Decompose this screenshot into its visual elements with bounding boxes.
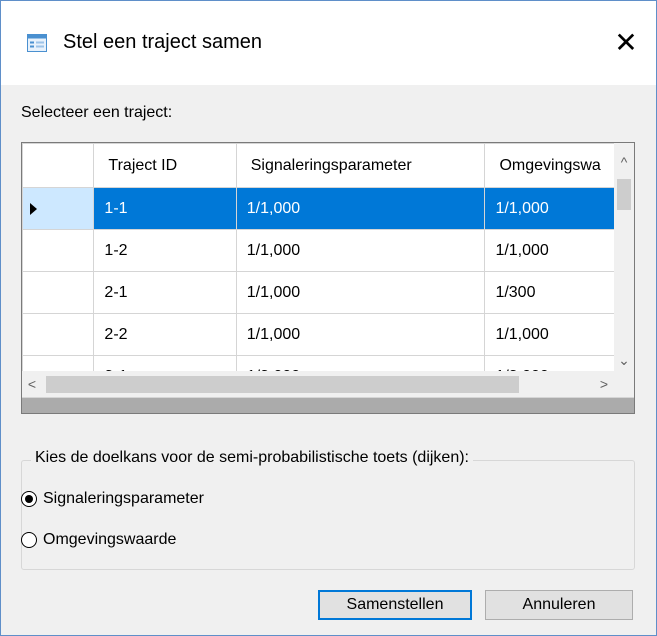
form-app-icon <box>27 34 47 57</box>
row-header[interactable] <box>22 313 95 356</box>
annuleren-button[interactable]: Annuleren <box>485 590 633 620</box>
cell-omgevingswaarde[interactable]: 1/1,000 <box>484 229 634 272</box>
cell-omgevingswaarde[interactable]: 1/300 <box>484 271 634 314</box>
vertical-scrollbar[interactable]: ^ ⌄ <box>614 143 634 371</box>
samenstellen-button[interactable]: Samenstellen <box>318 590 472 620</box>
window-title: Stel een traject samen <box>63 31 262 53</box>
vertical-scroll-thumb[interactable] <box>617 179 631 210</box>
scroll-up-button[interactable]: ^ <box>614 151 634 173</box>
current-row-arrow-icon <box>30 202 37 215</box>
close-icon: ✕ <box>614 26 638 58</box>
table-row[interactable]: 1-2 1/1,000 1/1,000 <box>22 229 634 272</box>
cell-signaleringsparameter[interactable]: 1/1,000 <box>235 313 486 356</box>
dialog-window: Stel een traject samen ✕ Selecteer een t… <box>0 0 657 636</box>
scrollbar-corner <box>614 371 634 397</box>
cell-traject-id[interactable]: 1-1 <box>93 187 237 230</box>
row-header[interactable] <box>22 271 95 314</box>
cell-signaleringsparameter[interactable]: 1/1,000 <box>235 271 486 314</box>
row-header[interactable] <box>22 229 95 272</box>
scroll-down-button[interactable]: ⌄ <box>614 349 634 371</box>
radio-label-omgevingswaarde[interactable]: Omgevingswaarde <box>43 531 176 549</box>
column-header-omgevingswaarde[interactable]: Omgevingswa <box>484 143 634 188</box>
cell-traject-id[interactable]: 2-1 <box>93 271 237 314</box>
column-header-signaleringsparameter[interactable]: Signaleringsparameter <box>235 143 486 188</box>
column-header-traject-id[interactable]: Traject ID <box>93 143 237 188</box>
doelkans-group <box>21 460 635 570</box>
grid-header-row: Traject ID Signaleringsparameter Omgevin… <box>22 143 634 188</box>
cell-signaleringsparameter[interactable]: 1/1,000 <box>235 229 486 272</box>
cell-signaleringsparameter[interactable]: 1/1,000 <box>235 187 486 230</box>
table-row[interactable]: 2-1 1/1,000 1/300 <box>22 271 634 314</box>
cell-omgevingswaarde[interactable]: 1/1,000 <box>484 187 634 230</box>
cell-traject-id[interactable]: 2-2 <box>93 313 237 356</box>
scroll-right-button[interactable]: > <box>594 373 614 395</box>
radio-label-signaleringsparameter[interactable]: Signaleringsparameter <box>43 490 204 508</box>
horizontal-scrollbar[interactable]: < > <box>22 371 614 397</box>
trajectory-grid[interactable]: Traject ID Signaleringsparameter Omgevin… <box>21 142 635 414</box>
close-button[interactable]: ✕ <box>596 16 656 68</box>
radio-omgevingswaarde[interactable] <box>21 532 37 548</box>
doelkans-group-legend: Kies de doelkans voor de semi-probabilis… <box>31 449 473 467</box>
chevron-down-icon: ⌄ <box>618 351 630 368</box>
title-bar: Stel een traject samen ✕ <box>1 1 656 85</box>
cell-omgevingswaarde[interactable]: 1/1,000 <box>484 313 634 356</box>
chevron-left-icon: < <box>27 376 37 392</box>
header-corner-cell <box>22 143 95 188</box>
row-header[interactable] <box>22 187 95 230</box>
table-row[interactable]: 1-1 1/1,000 1/1,000 <box>22 187 634 230</box>
scroll-left-button[interactable]: < <box>22 373 42 395</box>
chevron-up-icon: ^ <box>620 154 628 170</box>
horizontal-scroll-thumb[interactable] <box>46 376 519 393</box>
cell-traject-id[interactable]: 1-2 <box>93 229 237 272</box>
table-row[interactable]: 2-2 1/1,000 1/1,000 <box>22 313 634 356</box>
chevron-right-icon: > <box>599 376 609 392</box>
trajectory-table: Traject ID Signaleringsparameter Omgevin… <box>22 143 634 398</box>
radio-signaleringsparameter[interactable] <box>21 491 37 507</box>
select-trajectory-label: Selecteer een traject: <box>21 104 173 121</box>
